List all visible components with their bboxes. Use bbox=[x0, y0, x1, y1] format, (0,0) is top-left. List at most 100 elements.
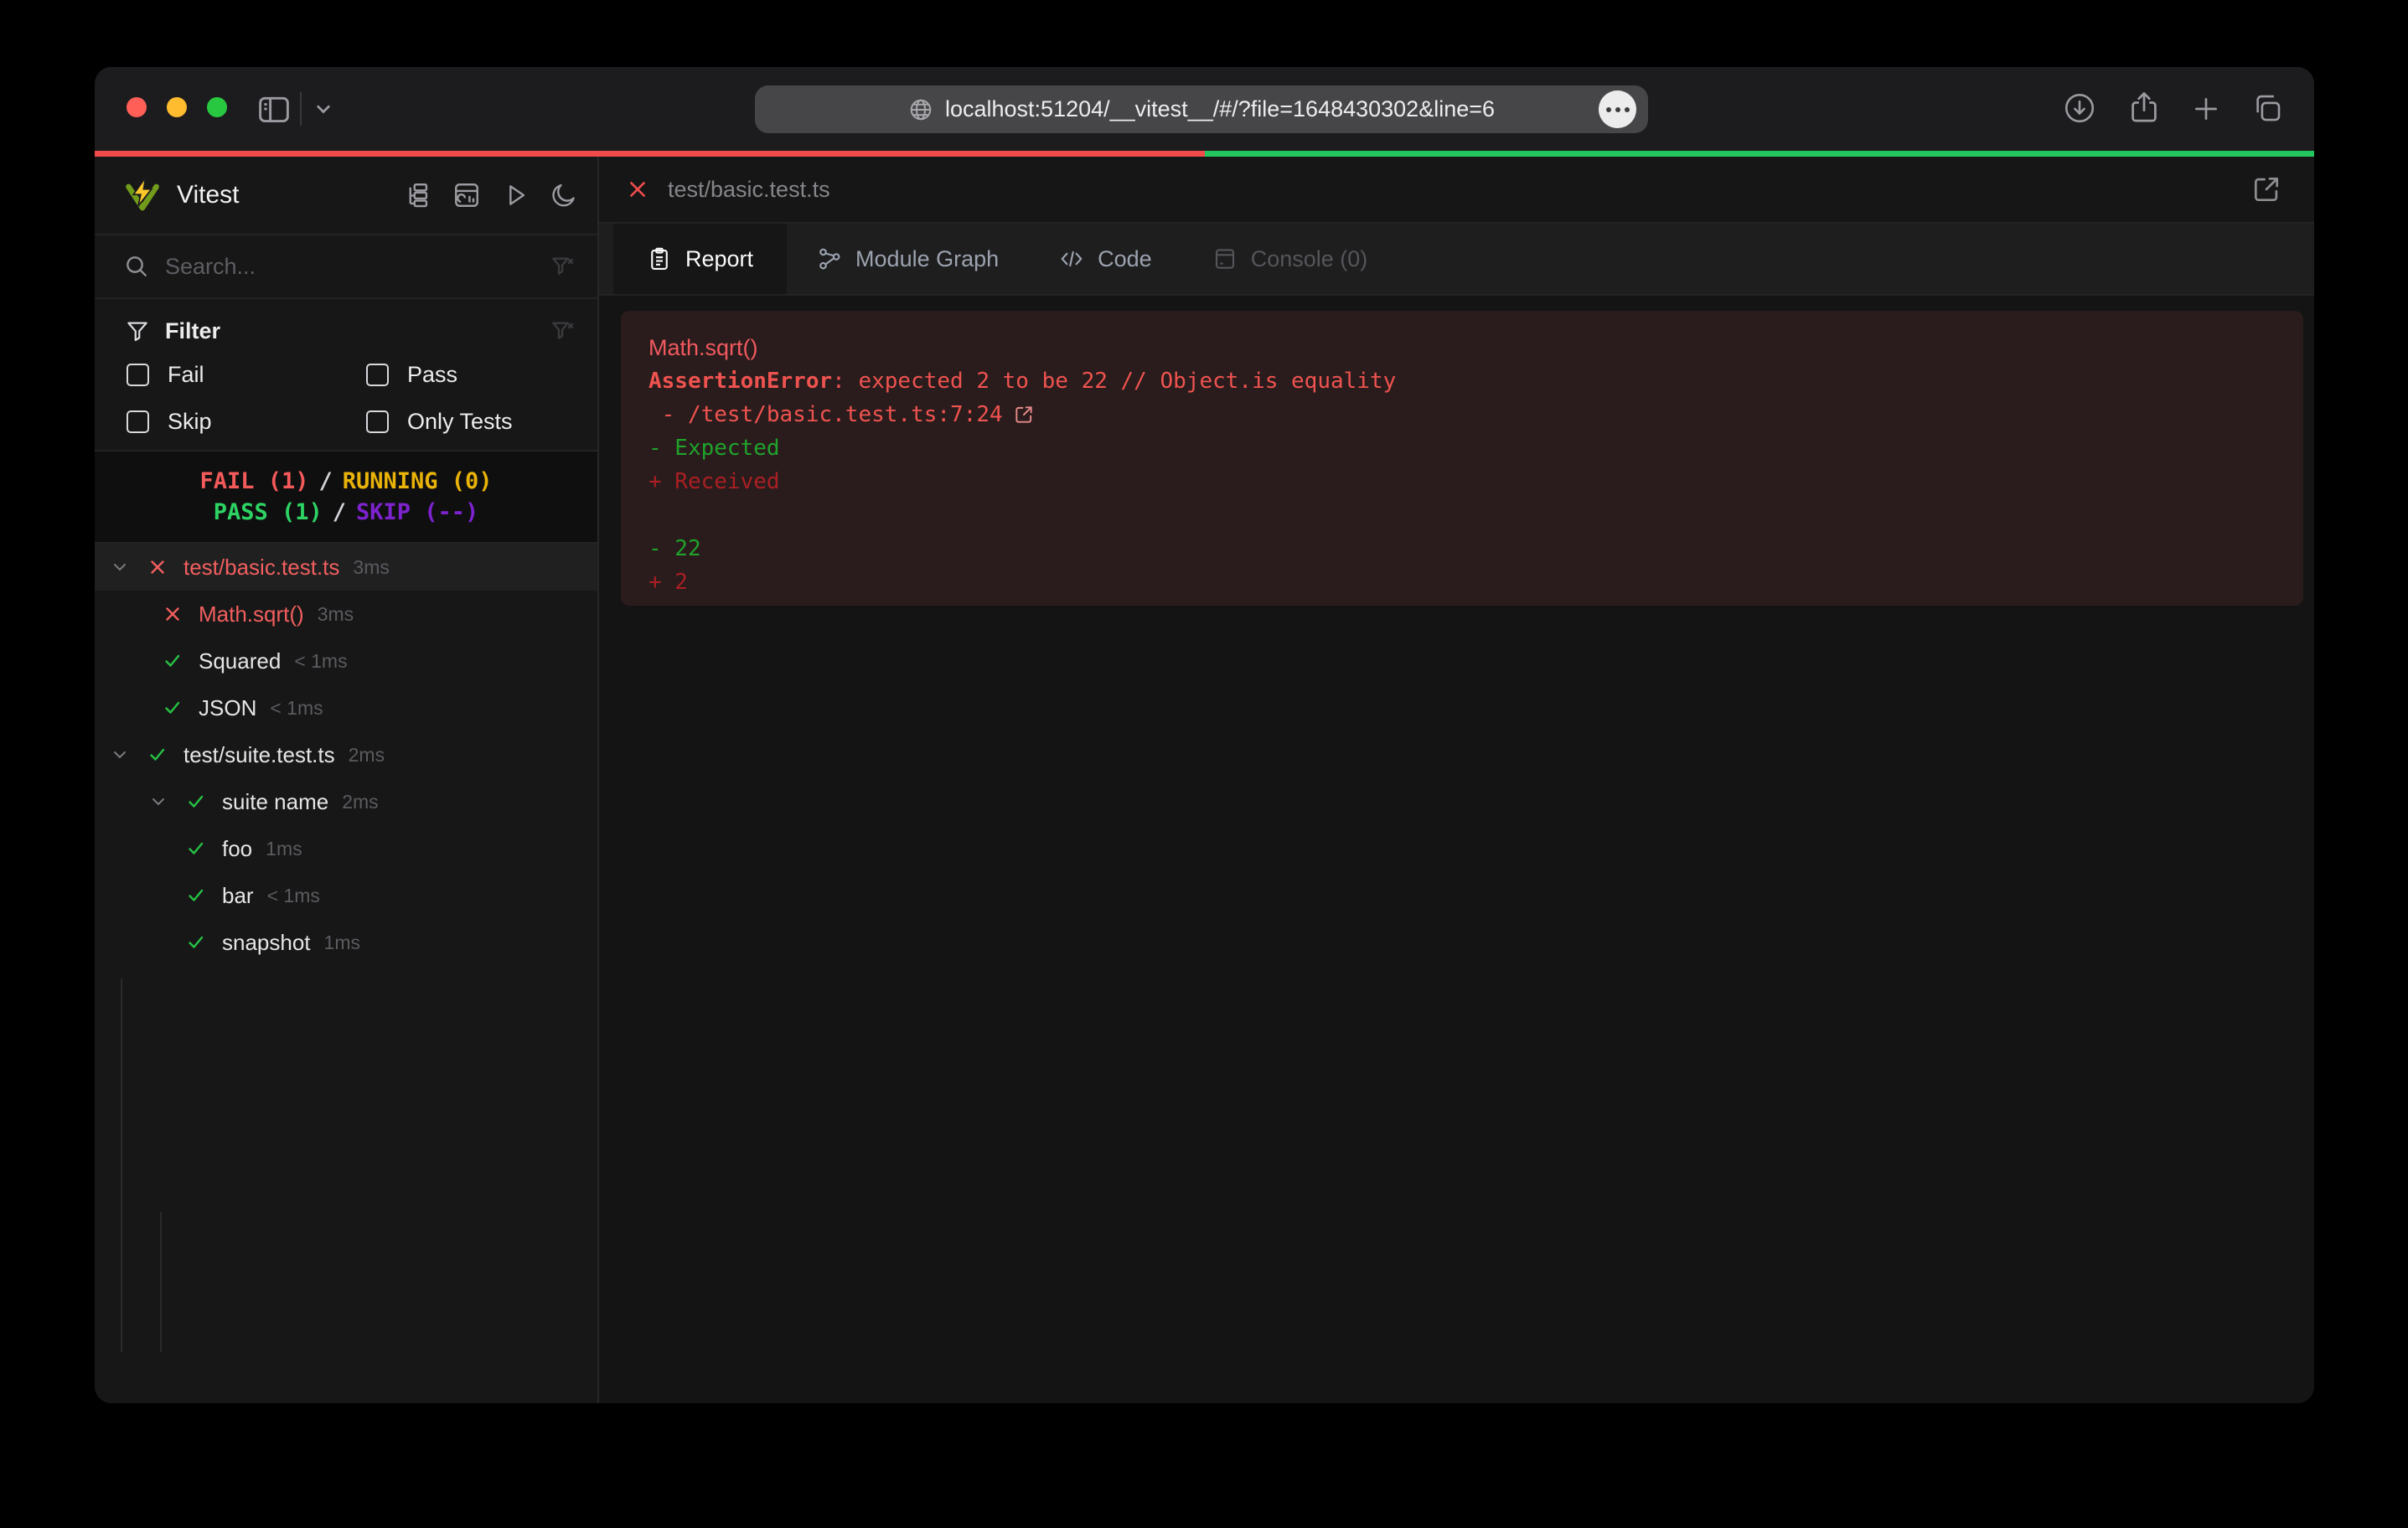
tests-tree-view-icon[interactable] bbox=[403, 180, 433, 210]
progress-pass-segment bbox=[1205, 151, 2315, 157]
pass-count: PASS (1) bbox=[214, 499, 323, 525]
share-icon[interactable] bbox=[2126, 89, 2163, 126]
vitest-app: Vitest bbox=[95, 157, 2314, 1403]
tab-module-graph[interactable]: Module Graph bbox=[787, 224, 1029, 294]
tree-item-suite[interactable]: suite name 2ms bbox=[95, 778, 597, 825]
skip-count: SKIP (--) bbox=[356, 499, 478, 525]
console-terminal-icon bbox=[1212, 246, 1238, 271]
indent-guide bbox=[160, 1212, 162, 1352]
search-bar[interactable]: Search... bbox=[95, 235, 597, 299]
sidebar-toggle-icon[interactable] bbox=[256, 92, 292, 126]
tab-code[interactable]: Code bbox=[1029, 224, 1182, 294]
new-tab-icon[interactable] bbox=[2189, 92, 2223, 126]
checkbox[interactable] bbox=[127, 410, 149, 433]
tree-item-test[interactable]: Math.sqrt() 3ms bbox=[95, 591, 597, 638]
view-tabs: Report Module Graph bbox=[599, 224, 2314, 296]
code-brackets-icon bbox=[1059, 246, 1084, 271]
fail-x-icon bbox=[626, 178, 649, 201]
traffic-lights bbox=[127, 97, 227, 117]
diff-expected-value: - 22 bbox=[649, 532, 2276, 565]
progress-fail-segment bbox=[95, 151, 1205, 157]
chevron-down-icon[interactable] bbox=[311, 99, 336, 121]
toolbar-separator bbox=[300, 92, 302, 126]
main-panel: test/basic.test.ts bbox=[599, 157, 2314, 1403]
tree-item-test[interactable]: JSON < 1ms bbox=[95, 684, 597, 731]
clear-search-filter-icon[interactable] bbox=[549, 253, 576, 280]
sidebar-header: Vitest bbox=[95, 157, 597, 235]
tab-report[interactable]: Report bbox=[613, 224, 787, 294]
module-graph-icon bbox=[817, 246, 842, 271]
chevron-down-icon[interactable] bbox=[108, 745, 132, 765]
vitest-logo-icon bbox=[123, 176, 162, 214]
dark-mode-toggle-icon[interactable] bbox=[549, 180, 579, 210]
run-all-tests-icon[interactable] bbox=[500, 180, 530, 210]
pass-check-icon bbox=[147, 745, 168, 765]
fail-x-icon bbox=[147, 557, 168, 577]
filter-checkbox-only-tests[interactable]: Only Tests bbox=[366, 406, 597, 436]
screenshot-stage: localhost:51204/__vitest__/#/?file=16484… bbox=[0, 0, 2408, 1528]
open-in-editor-icon[interactable] bbox=[1013, 404, 1035, 426]
filter-funnel-icon bbox=[125, 318, 150, 343]
tree-item-test[interactable]: foo 1ms bbox=[95, 825, 597, 872]
filter-checkbox-fail[interactable]: Fail bbox=[127, 359, 366, 390]
failed-test-name: Math.sqrt() bbox=[649, 331, 2276, 364]
report-view: Math.sqrt() AssertionError: expected 2 t… bbox=[599, 296, 2314, 1403]
pass-check-icon bbox=[185, 932, 207, 952]
minimize-window-button[interactable] bbox=[167, 97, 187, 117]
address-bar[interactable]: localhost:51204/__vitest__/#/?file=16484… bbox=[755, 85, 1648, 133]
diff-received-value: + 2 bbox=[649, 565, 2276, 599]
url-text: localhost:51204/__vitest__/#/?file=16484… bbox=[945, 96, 1495, 122]
tree-item-file[interactable]: test/basic.test.ts 3ms bbox=[95, 544, 597, 591]
filter-checkbox-pass[interactable]: Pass bbox=[366, 359, 597, 390]
tree-item-test[interactable]: bar < 1ms bbox=[95, 872, 597, 919]
diff-received-label: + Received bbox=[649, 465, 2276, 498]
running-count: RUNNING (0) bbox=[343, 468, 493, 494]
tab-console[interactable]: Console (0) bbox=[1182, 224, 1398, 294]
test-tree: test/basic.test.ts 3ms Math.sqrt() 3ms bbox=[95, 544, 597, 966]
open-file-name: test/basic.test.ts bbox=[668, 177, 830, 203]
test-progress-bar bbox=[95, 151, 2314, 157]
assertion-error-line: AssertionError: expected 2 to be 22 // O… bbox=[649, 364, 2276, 398]
tab-overview-icon[interactable] bbox=[2250, 90, 2285, 126]
checkbox[interactable] bbox=[366, 410, 389, 433]
dashboard-view-icon[interactable] bbox=[452, 180, 482, 210]
sidebar: Vitest bbox=[95, 157, 597, 1403]
checkbox[interactable] bbox=[366, 364, 389, 386]
fail-count: FAIL (1) bbox=[199, 468, 308, 494]
filter-checkbox-skip[interactable]: Skip bbox=[127, 406, 366, 436]
open-file-header: test/basic.test.ts bbox=[599, 157, 2314, 224]
search-icon bbox=[123, 253, 150, 280]
app-title: Vitest bbox=[177, 181, 240, 209]
zoom-window-button[interactable] bbox=[207, 97, 227, 117]
page-menu-ellipsis-icon[interactable] bbox=[1599, 90, 1636, 128]
filter-section: Filter Fail bbox=[95, 299, 597, 452]
diff-expected-label: - Expected bbox=[649, 431, 2276, 465]
chevron-down-icon[interactable] bbox=[108, 557, 132, 577]
test-summary: FAIL (1) / RUNNING (0) PASS (1) / SKIP (… bbox=[95, 452, 597, 544]
pass-check-icon bbox=[185, 885, 207, 906]
browser-toolbar: localhost:51204/__vitest__/#/?file=16484… bbox=[95, 67, 2314, 151]
diff-blank-line bbox=[649, 498, 2276, 532]
pass-check-icon bbox=[185, 792, 207, 812]
fail-x-icon bbox=[162, 604, 183, 624]
pass-check-icon bbox=[162, 698, 183, 718]
search-input[interactable]: Search... bbox=[165, 254, 256, 280]
checkbox[interactable] bbox=[127, 364, 149, 386]
close-window-button[interactable] bbox=[127, 97, 147, 117]
tree-item-test[interactable]: snapshot 1ms bbox=[95, 919, 597, 966]
error-report: Math.sqrt() AssertionError: expected 2 t… bbox=[621, 311, 2303, 606]
tree-item-file[interactable]: test/suite.test.ts 2ms bbox=[95, 731, 597, 778]
globe-icon bbox=[908, 97, 933, 122]
pass-check-icon bbox=[162, 651, 183, 671]
downloads-icon[interactable] bbox=[2062, 90, 2097, 126]
report-clipboard-icon bbox=[647, 246, 672, 271]
indent-guide bbox=[121, 978, 122, 1352]
tree-item-test[interactable]: Squared < 1ms bbox=[95, 638, 597, 684]
browser-window: localhost:51204/__vitest__/#/?file=16484… bbox=[95, 67, 2314, 1403]
stack-trace-line: - /test/basic.test.ts:7:24 bbox=[649, 398, 2276, 431]
open-in-editor-icon[interactable] bbox=[2250, 173, 2282, 205]
filter-title: Filter bbox=[165, 318, 220, 344]
pass-check-icon bbox=[185, 839, 207, 859]
chevron-down-icon[interactable] bbox=[147, 792, 170, 812]
clear-filter-icon[interactable] bbox=[549, 317, 576, 344]
